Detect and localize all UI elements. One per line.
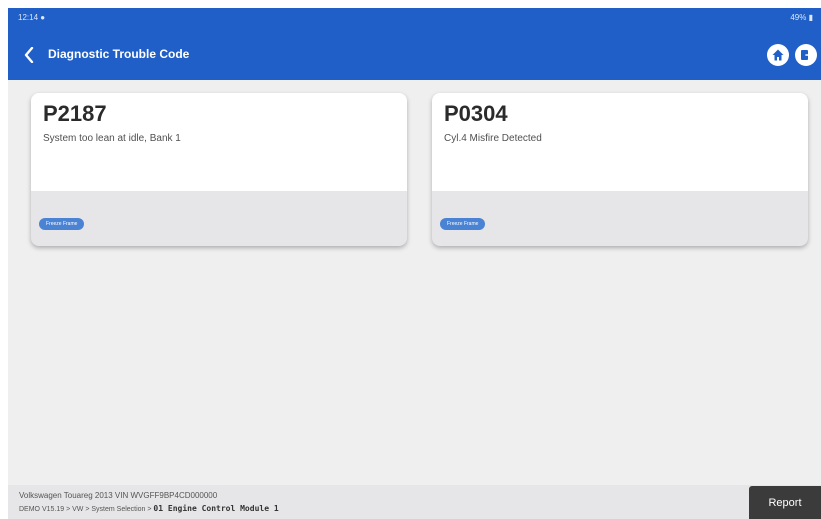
dtc-description: Cyl.4 Misfire Detected <box>444 133 542 144</box>
app-header: Diagnostic Trouble Code <box>8 30 821 80</box>
home-icon <box>772 49 784 61</box>
dtc-code: P0304 <box>444 101 508 126</box>
dtc-code: P2187 <box>43 101 107 126</box>
status-battery: 49% ▮ <box>790 13 813 22</box>
app-screen: 12:14 ● 49% ▮ Diagnostic Trouble Code P2… <box>8 8 821 519</box>
footer-bar: Volkswagen Touareg 2013 VIN WVGFF9BP4CD0… <box>8 485 821 519</box>
report-button[interactable]: Report <box>749 486 821 519</box>
status-bar: 12:14 ● 49% ▮ <box>8 8 821 30</box>
navigation-path: DEMO V15.19 > VW > System Selection > 01… <box>19 504 279 513</box>
exit-button[interactable] <box>795 44 817 66</box>
dtc-card[interactable]: P0304 Cyl.4 Misfire Detected Freeze Fram… <box>432 93 808 246</box>
dtc-card[interactable]: P2187 System too lean at idle, Bank 1 Fr… <box>31 93 407 246</box>
freeze-frame-chip[interactable]: Freeze Frame <box>39 218 85 230</box>
path-prefix: DEMO V15.19 > VW > System Selection > <box>19 506 154 513</box>
home-button[interactable] <box>767 44 789 66</box>
back-button[interactable] <box>18 44 40 66</box>
module-name: 01 Engine Control Module 1 <box>153 504 279 513</box>
status-time: 12:14 ● <box>18 13 46 22</box>
dtc-card-body: P2187 System too lean at idle, Bank 1 <box>31 93 407 191</box>
exit-icon <box>801 50 813 60</box>
dtc-card-body: P0304 Cyl.4 Misfire Detected <box>432 93 808 191</box>
vehicle-info: Volkswagen Touareg 2013 VIN WVGFF9BP4CD0… <box>19 491 218 500</box>
chevron-left-icon <box>24 47 34 63</box>
page-title: Diagnostic Trouble Code <box>48 47 190 61</box>
freeze-frame-chip[interactable]: Freeze Frame <box>440 218 486 230</box>
dtc-description: System too lean at idle, Bank 1 <box>43 133 181 144</box>
